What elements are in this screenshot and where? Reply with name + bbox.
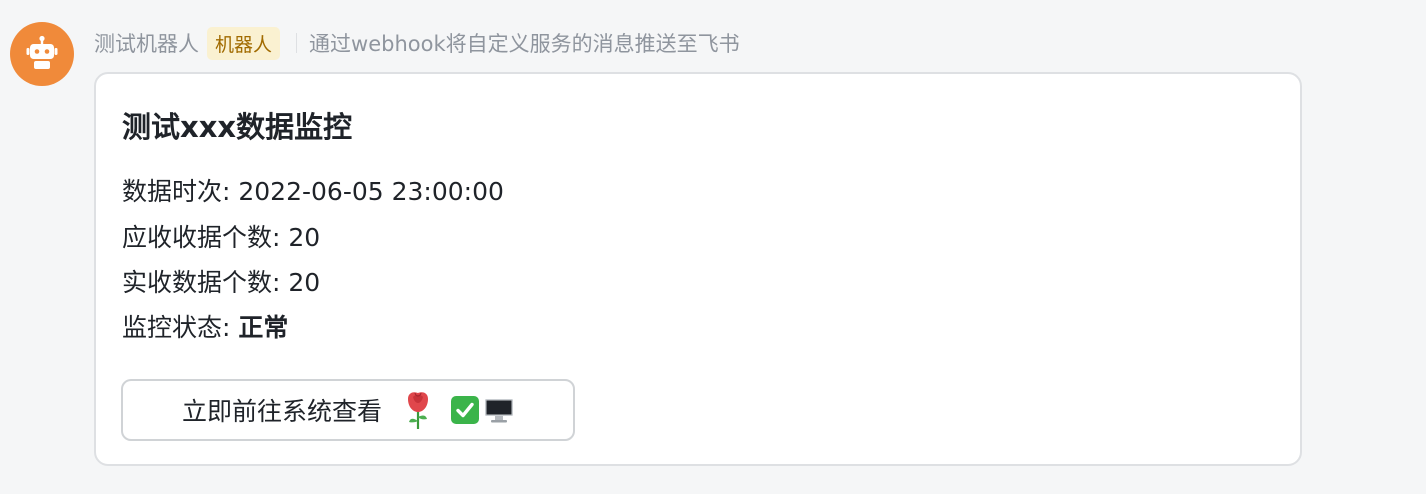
desktop-computer-icon (484, 395, 514, 425)
rose-icon (404, 389, 432, 431)
sender-description: 通过webhook将自定义服务的消息推送至飞书 (309, 32, 740, 56)
sender-name[interactable]: 测试机器人 (94, 28, 199, 58)
card-title: 测试xxx数据监控 (122, 110, 353, 144)
field-label: 实收数据个数: (122, 268, 289, 297)
field-value: 2022-06-05 23:00:00 (238, 177, 504, 206)
field-value: 20 (288, 223, 321, 252)
message-header: 测试机器人 机器人 通过webhook将自定义服务的消息推送至飞书 (94, 26, 740, 60)
field-received-count: 实收数据个数: 20 (122, 263, 320, 299)
field-value: 20 (288, 268, 321, 297)
bot-badge: 机器人 (207, 26, 281, 60)
go-to-system-button[interactable]: 立即前往系统查看 (121, 379, 575, 441)
message-card: 测试xxx数据监控 数据时次: 2022-06-05 23:00:00 应收收据… (94, 72, 1302, 466)
robot-icon (26, 35, 58, 69)
field-label: 数据时次: (122, 177, 239, 206)
header-divider (296, 33, 298, 53)
field-expected-count: 应收收据个数: 20 (122, 218, 320, 254)
field-label: 监控状态: (122, 313, 239, 342)
status-value: 正常 (238, 313, 289, 342)
field-label: 应收收据个数: (122, 223, 289, 252)
field-monitor-status: 监控状态: 正常 (122, 308, 288, 344)
field-data-time: 数据时次: 2022-06-05 23:00:00 (122, 172, 504, 208)
avatar[interactable] (10, 22, 74, 86)
check-mark-icon (450, 395, 480, 425)
button-label: 立即前往系统查看 (181, 397, 382, 426)
